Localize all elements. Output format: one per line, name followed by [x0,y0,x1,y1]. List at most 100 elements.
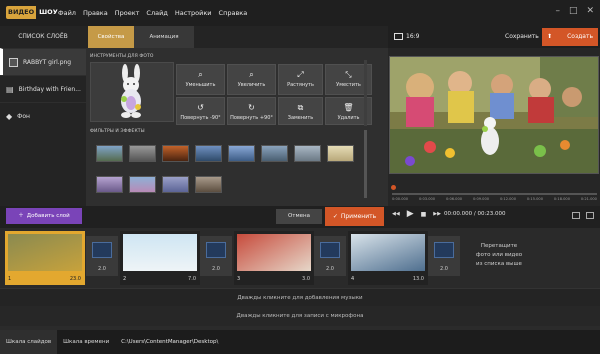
tab-animation[interactable]: Анимация [134,26,194,48]
effects-scrollbar[interactable] [364,130,367,198]
monitor-icon [394,33,403,40]
layer-item-rabbit[interactable]: RABBYT girl.png [0,48,86,75]
slide-duration: 7.0 [188,276,196,282]
tab-slide-timeline[interactable]: Шкала слайдов [0,330,58,354]
menu-project[interactable]: Проект [115,9,140,17]
slide-duration: 3.0 [302,276,310,282]
effect-thumb[interactable] [96,176,123,193]
tab-properties[interactable]: Свойства [88,26,134,48]
transition-tile[interactable]: 2.0 [314,236,346,276]
aspect-ratio-button[interactable]: 16:9 [394,28,419,46]
rotate-right-button[interactable]: ↻ Повернуть +90° [227,97,276,125]
menu-edit[interactable]: Правка [83,9,108,17]
effect-thumb[interactable] [228,145,255,162]
menu-file[interactable]: Файл [58,9,76,17]
tick-label: 0:09.000 [472,197,490,201]
rotate-left-button[interactable]: ↺ Повернуть -90° [176,97,225,125]
create-button[interactable]: ⬆ Создать [542,28,598,46]
slide-card[interactable]: 1 23.0 [5,231,85,285]
apply-button[interactable]: ✓ Применить [325,207,384,226]
transition-icon [434,242,454,258]
slide-card[interactable]: 3 3.0 [234,231,314,285]
menu-bar: Файл Правка Проект Слайд Настройки Справ… [58,0,247,26]
zoom-out-button[interactable]: ⌕ Уменьшить [176,64,225,95]
slide-card[interactable]: 2 7.0 [120,231,200,285]
close-icon[interactable]: ✕ [586,7,594,16]
layer-label: Фон [17,112,30,120]
cancel-button[interactable]: Отмена [276,209,322,224]
effect-thumb[interactable] [162,145,189,162]
button-label: Увеличить [237,82,266,88]
transition-tile[interactable]: 2.0 [200,236,232,276]
stretch-button[interactable]: ⤢ Растянуть [278,64,323,95]
replace-button[interactable]: ⧉ Заменить [278,97,323,125]
next-icon[interactable]: ▶▶ [433,211,441,217]
drop-zone[interactable]: Перетащите фото или видео из списка выше [456,242,542,269]
transition-duration: 2.0 [98,266,106,272]
transition-tile[interactable]: 2.0 [86,236,118,276]
video-preview[interactable] [389,56,599,174]
tools-scrollbar[interactable] [364,60,367,126]
maximize-icon[interactable]: □ [569,7,578,16]
window-controls: – □ ✕ [555,7,594,16]
tick-label: 0:06.000 [445,197,463,201]
create-label: Создать [567,33,593,40]
slide-thumbnail [8,234,82,271]
snapshot-icon[interactable] [572,212,580,219]
layer-list-header: СПИСОК СЛОЁВ [18,33,68,40]
menu-slide[interactable]: Слайд [146,9,167,17]
fullscreen-icon[interactable] [586,212,594,219]
slide-number: 1 [8,276,12,282]
button-label: Растянуть [287,82,314,88]
zoom-in-icon: ⌕ [249,70,254,79]
tick-label: 0:00.000 [392,197,409,201]
effect-thumb[interactable] [162,176,189,193]
plus-icon: ＋ [18,213,24,219]
video-icon: ▤ [6,84,14,94]
stop-icon[interactable]: ■ [421,211,427,218]
fill-icon: ◆ [6,111,13,121]
zoom-in-button[interactable]: ⌕ Увеличить [227,64,276,95]
button-label: Повернуть -90° [180,115,221,121]
music-track[interactable]: Дважды кликните для добавления музыки [0,288,600,306]
effect-thumb[interactable] [294,145,321,162]
minimize-icon[interactable]: – [555,7,560,16]
preview-image [390,57,598,173]
effect-thumb[interactable] [96,145,123,162]
app-logo: ВИДЕО ШОУ [6,6,61,19]
layer-item-background[interactable]: ◆ Фон [0,102,86,129]
timeline-track[interactable] [392,193,597,195]
menu-help[interactable]: Справка [219,9,248,17]
effect-thumb[interactable] [129,145,156,162]
replace-icon: ⧉ [297,103,304,112]
slide-number: 4 [351,276,355,282]
tick-label: 0:18.000 [553,197,570,201]
effect-thumb[interactable] [327,145,354,162]
effect-thumb[interactable] [129,176,156,193]
stretch-icon: ⤢ [297,70,304,79]
play-icon[interactable]: ▶ [407,209,414,219]
menu-settings[interactable]: Настройки [175,9,212,17]
add-layer-button[interactable]: ＋ Добавить слой [6,208,82,224]
tick-label: 0:12.000 [499,197,517,201]
rotate-right-icon: ↻ [248,103,255,112]
timeline-playhead[interactable] [391,185,396,190]
microphone-track[interactable]: Дважды кликните для записи с микрофона [0,306,600,326]
prev-icon[interactable]: ◀◀ [392,211,400,217]
transition-icon [320,242,340,258]
tick-label: 0:03.000 [418,197,436,201]
properties-tabs: Свойства Анимация [86,26,388,48]
effect-thumb[interactable] [195,176,222,193]
slide-card[interactable]: 4 13.0 [348,231,428,285]
layer-item-birthday[interactable]: ▤ Birthday with Frien... [0,75,86,102]
effect-thumb[interactable] [195,145,222,162]
layer-thumbnail [90,62,174,122]
drop-zone-line: из списка выше [476,261,522,267]
slide-number: 3 [237,276,241,282]
slide-thumbnail [237,234,311,271]
button-label: Уменьшить [185,82,216,88]
effect-thumb[interactable] [261,145,288,162]
save-button[interactable]: Сохранить [505,28,539,46]
tab-time-timeline[interactable]: Шкала времени [57,330,115,354]
image-icon [9,57,18,67]
